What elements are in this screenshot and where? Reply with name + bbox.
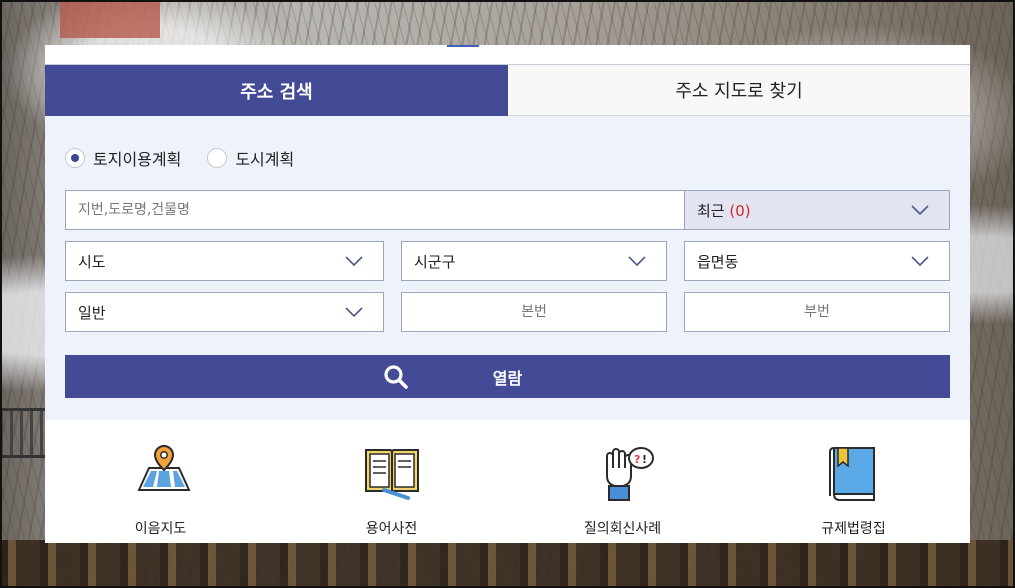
quick-link-label: 용어사전 (365, 521, 418, 537)
chevron-down-icon (628, 256, 646, 266)
quick-link-regulation-laws[interactable]: 규제법령집 (738, 420, 969, 543)
eupmyeondong-value: 읍면동 (697, 252, 739, 271)
quick-link-label: 이음지도 (134, 521, 187, 537)
chevron-down-icon (911, 256, 929, 266)
radio-label: 토지이용계획 (93, 150, 182, 169)
address-search-input[interactable] (66, 191, 684, 229)
quick-link-eum-map[interactable]: 이음지도 (45, 420, 276, 543)
recent-searches-dropdown[interactable]: 최근 (0) (684, 190, 950, 230)
search-panel: 주소 검색 주소 지도로 찾기 토지이용계획 도시계획 최근 (0) 시도 (45, 45, 970, 543)
map-pin-icon (136, 444, 191, 491)
sub-number-input[interactable] (685, 293, 949, 331)
question-hand-icon: ? ! (605, 447, 654, 501)
quick-link-qna-cases[interactable]: ? ! 질의회신사례 (507, 420, 738, 543)
chevron-down-icon (345, 256, 363, 266)
quick-link-label: 질의회신사례 (583, 521, 662, 537)
tab-address-search[interactable]: 주소 검색 (45, 65, 508, 116)
sido-value: 시도 (78, 252, 106, 271)
background-roof (60, 0, 160, 38)
plan-type-radios: 토지이용계획 도시계획 (65, 146, 294, 170)
tab-map-search[interactable]: 주소 지도로 찾기 (508, 65, 970, 116)
main-number-field[interactable] (401, 292, 667, 332)
panel-top-marker (447, 45, 479, 47)
eupmyeondong-select[interactable]: 읍면동 (684, 241, 950, 281)
search-form: 토지이용계획 도시계획 최근 (0) 시도 시군구 읍면동 (45, 116, 970, 420)
sigungu-value: 시군구 (414, 252, 456, 271)
svg-text:!: ! (642, 453, 647, 466)
chevron-down-icon (911, 205, 929, 215)
quick-link-label: 규제법령집 (821, 521, 886, 537)
recent-count: (0) (729, 201, 751, 220)
svg-text:?: ? (634, 453, 640, 466)
radio-land-use-plan[interactable]: 토지이용계획 (65, 146, 181, 170)
background-bridge (0, 540, 1015, 588)
chevron-down-icon (345, 307, 363, 317)
view-button[interactable]: 열람 (65, 355, 950, 398)
radio-checked-icon[interactable] (65, 148, 85, 168)
law-book-icon (828, 447, 875, 501)
quick-links: 이음지도 용어사전 ? ! 질의회신사례 규제법령집 (45, 420, 970, 543)
sub-number-field[interactable] (684, 292, 950, 332)
view-button-label: 열람 (492, 368, 523, 388)
sido-select[interactable]: 시도 (65, 241, 384, 281)
radio-label: 도시계획 (235, 150, 295, 169)
background-rail (0, 408, 45, 458)
address-field[interactable] (65, 190, 685, 230)
sigungu-select[interactable]: 시군구 (401, 241, 667, 281)
radio-urban-plan[interactable]: 도시계획 (207, 146, 294, 170)
open-book-icon (364, 449, 419, 500)
search-tabs: 주소 검색 주소 지도로 찾기 (45, 65, 970, 116)
radio-unchecked-icon[interactable] (207, 148, 228, 168)
recent-label: 최근 (0) (697, 201, 751, 220)
land-type-select[interactable]: 일반 (65, 292, 384, 332)
main-number-input[interactable] (402, 293, 666, 331)
quick-link-glossary[interactable]: 용어사전 (276, 420, 507, 543)
search-icon (384, 365, 408, 389)
land-type-value: 일반 (78, 303, 106, 322)
